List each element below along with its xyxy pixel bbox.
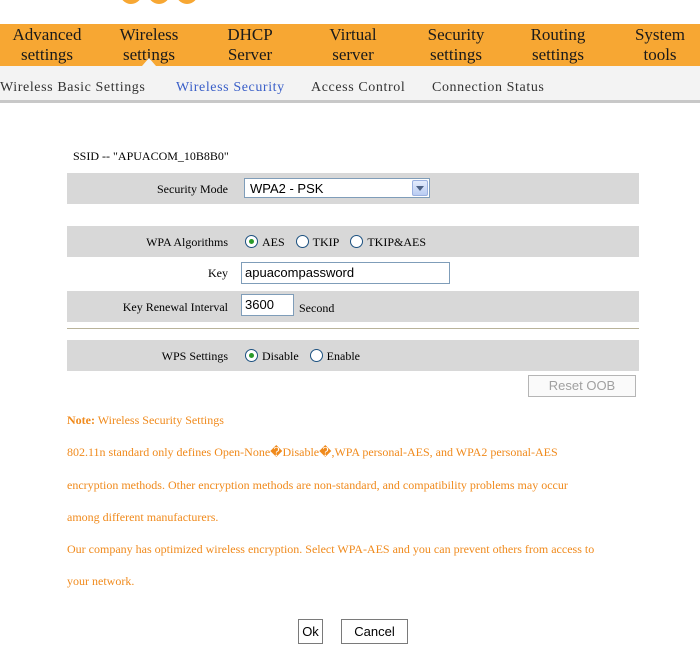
radio-tkip-aes-label: TKIP&AES bbox=[367, 235, 427, 249]
key-renewal-unit: Second bbox=[299, 301, 335, 315]
note-title-text: Wireless Security Settings bbox=[94, 413, 224, 427]
radio-aes[interactable] bbox=[245, 235, 258, 248]
security-mode-row: Security Mode WPA2 - PSK bbox=[67, 173, 639, 204]
tab-wireless-basic-settings[interactable]: Wireless Basic Settings bbox=[0, 80, 145, 96]
key-renewal-input[interactable]: 3600 bbox=[241, 294, 294, 316]
security-mode-label: Security Mode bbox=[157, 182, 228, 196]
nav-item-advanced-settings[interactable]: Advanced settings bbox=[0, 24, 97, 66]
radio-wps-disable-label: Disable bbox=[262, 349, 299, 363]
tab-wireless-security[interactable]: Wireless Security bbox=[176, 80, 285, 96]
note-title: Note: Wireless Security Settings bbox=[67, 413, 224, 428]
note-line: Our company has optimized wireless encry… bbox=[67, 542, 595, 556]
key-renewal-row: Key Renewal Interval bbox=[67, 291, 639, 322]
cancel-button[interactable]: Cancel bbox=[341, 619, 408, 644]
note-heading: Note: bbox=[67, 413, 95, 427]
radio-tkip-aes[interactable] bbox=[350, 235, 364, 248]
radio-wps-disable[interactable] bbox=[245, 349, 258, 362]
key-renewal-label: Key Renewal Interval bbox=[122, 300, 228, 314]
ok-button[interactable]: Ok bbox=[298, 619, 323, 644]
wps-settings-row: WPS Settings Disable Enable bbox=[67, 340, 639, 371]
tab-connection-status[interactable]: Connection Status bbox=[432, 80, 544, 96]
divider bbox=[67, 328, 639, 329]
wps-settings-label: WPS Settings bbox=[161, 349, 228, 363]
nav-item-dhcp-server[interactable]: DHCP Server bbox=[200, 24, 300, 66]
radio-wps-enable-label: Enable bbox=[326, 349, 360, 363]
note-line: 802.11n standard only defines Open-None�… bbox=[67, 445, 558, 459]
tab-access-control[interactable]: Access Control bbox=[311, 80, 405, 96]
radio-aes-label: AES bbox=[262, 235, 285, 249]
note-line: encryption methods. Other encryption met… bbox=[67, 478, 568, 492]
logo bbox=[120, 0, 240, 8]
main-nav: Advanced settings Wireless settings DHCP Se… bbox=[0, 24, 700, 66]
active-indicator-arrow-icon bbox=[142, 58, 156, 66]
key-label: Key bbox=[208, 266, 228, 280]
security-mode-select[interactable]: WPA2 - PSK bbox=[244, 178, 430, 198]
security-mode-value: WPA2 - PSK bbox=[250, 181, 324, 196]
key-input[interactable]: apuacompassword bbox=[241, 262, 450, 284]
radio-tkip-label: TKIP bbox=[312, 235, 340, 249]
nav-item-routing-settings[interactable]: Routing settings bbox=[508, 24, 608, 66]
wpa-algorithms-row: WPA Algorithms AES TKIP TKIP&AES bbox=[67, 226, 639, 257]
ssid-label: SSID -- "APUACOM_10B8B0" bbox=[73, 149, 229, 163]
radio-tkip[interactable] bbox=[295, 235, 309, 248]
wps-radio-group: Disable Enable bbox=[245, 349, 368, 364]
nav-item-security-settings[interactable]: Security settings bbox=[406, 24, 506, 66]
header-strip bbox=[0, 0, 700, 24]
chevron-down-icon[interactable] bbox=[412, 180, 428, 196]
nav-item-virtual-server[interactable]: Virtual server bbox=[303, 24, 403, 66]
wpa-algorithms-radio-group: AES TKIP TKIP&AES bbox=[245, 235, 434, 250]
note-line: among different manufacturers. bbox=[67, 510, 219, 524]
radio-wps-enable[interactable] bbox=[309, 349, 323, 362]
reset-oob-button[interactable]: Reset OOB bbox=[528, 375, 636, 397]
note-line: your network. bbox=[67, 574, 135, 588]
nav-item-wireless-settings[interactable]: Wireless settings bbox=[99, 24, 199, 66]
wpa-algorithms-label: WPA Algorithms bbox=[146, 235, 228, 249]
sub-nav: Wireless Basic Settings Wireless Securit… bbox=[0, 66, 700, 103]
nav-item-system-tools[interactable]: System tools bbox=[610, 24, 700, 66]
